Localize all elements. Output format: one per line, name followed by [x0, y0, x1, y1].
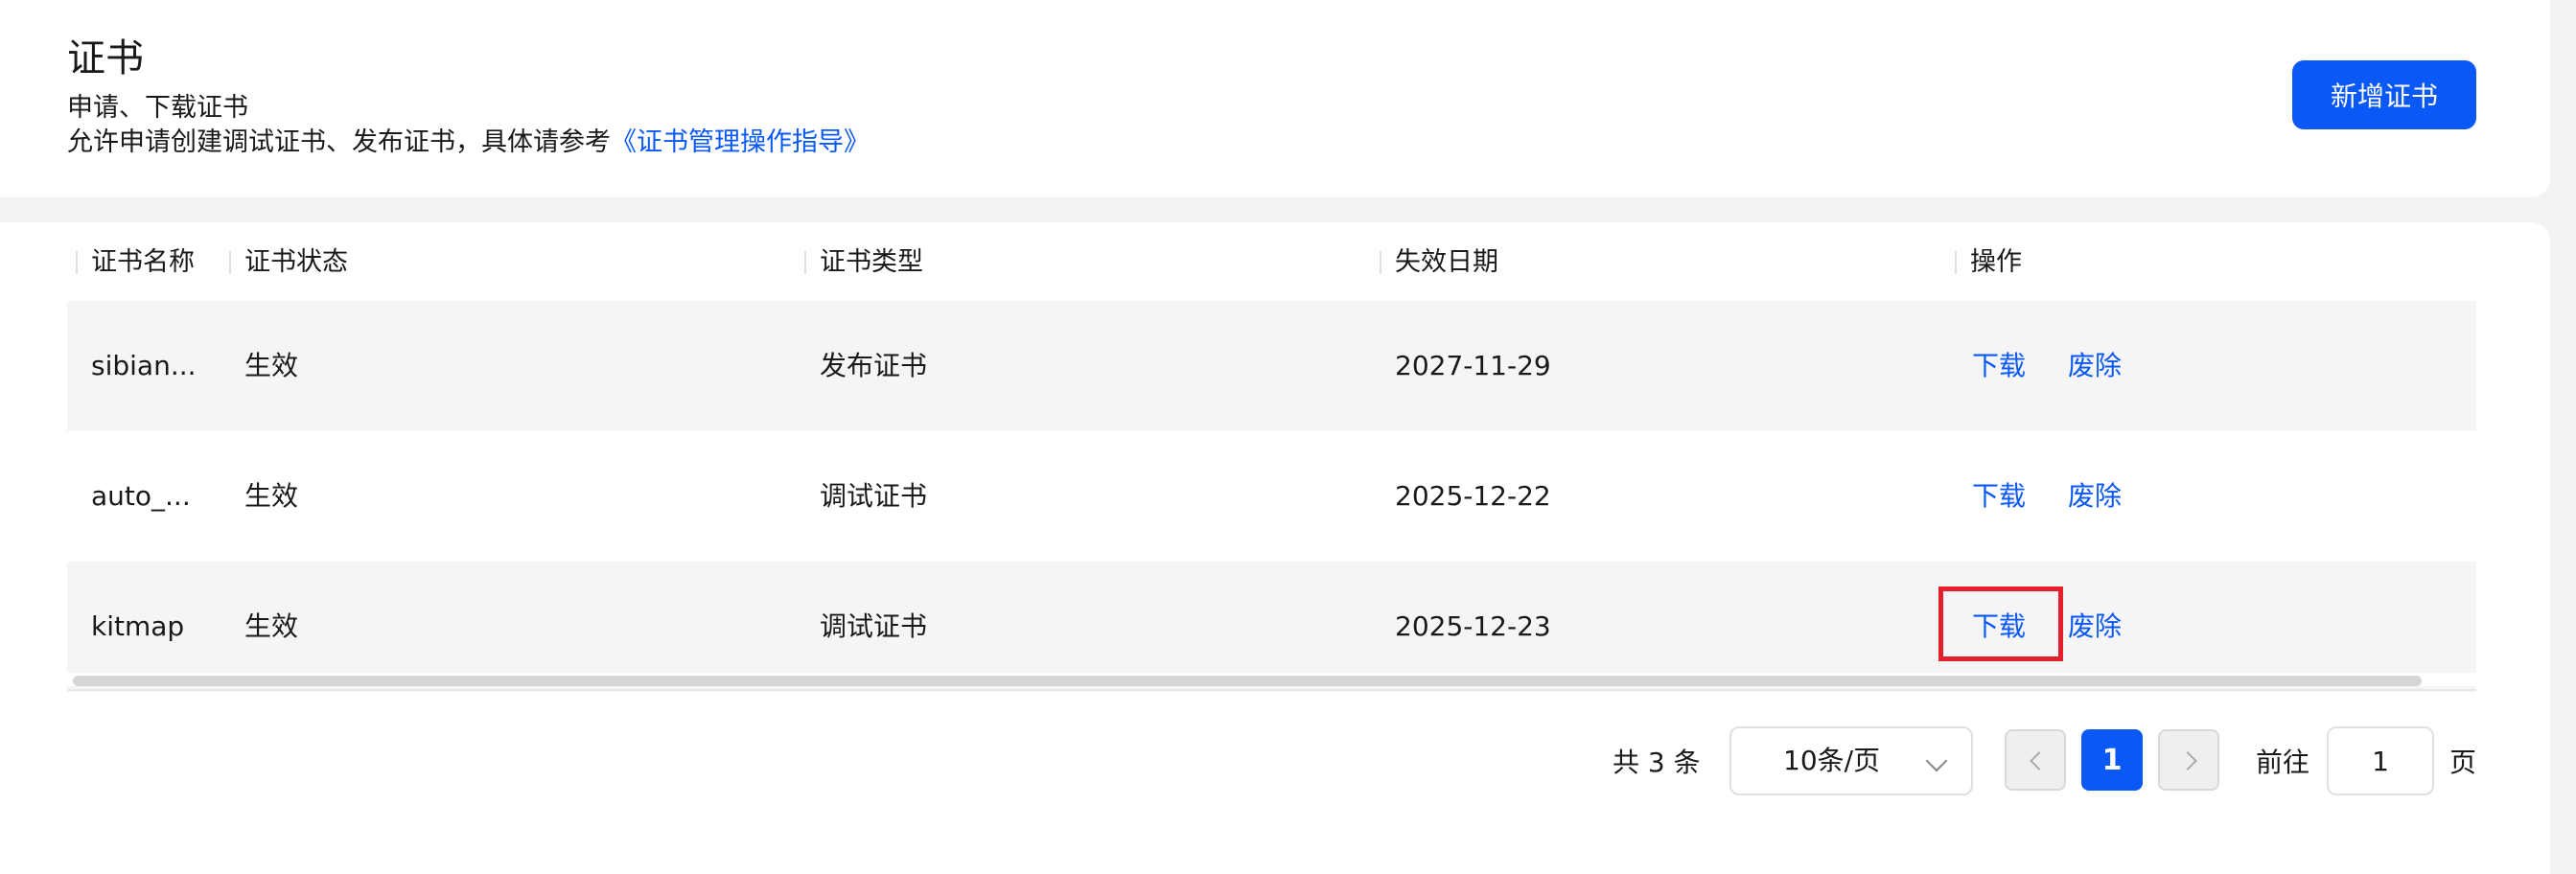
column-header-type: 证书类型 [804, 243, 923, 282]
page-suffix: 页 [2449, 747, 2477, 778]
column-header-expiry: 失效日期 [1380, 243, 1498, 282]
highlight-box [1938, 586, 2063, 661]
chevron-down-icon [1925, 749, 1948, 772]
revoke-link[interactable]: 废除 [2068, 477, 2122, 516]
cert-status: 生效 [244, 350, 299, 381]
chevron-left-icon [2030, 751, 2049, 770]
cert-type: 发布证书 [820, 350, 928, 381]
cert-type: 调试证书 [820, 610, 928, 642]
column-header-status: 证书状态 [229, 243, 348, 282]
cert-name: sibian... [91, 350, 197, 381]
guide-link[interactable]: 《证书管理操作指导》 [611, 127, 870, 157]
header-card: 证书 申请、下载证书 允许申请创建调试证书、发布证书，具体请参考《证书管理操作指… [0, 0, 2550, 197]
chevron-right-icon [2178, 751, 2197, 770]
table-row: auto_... 生效 调试证书 2025-12-22 下载 废除 [67, 431, 2476, 562]
download-link[interactable]: 下载 [1972, 477, 2026, 516]
column-header-actions: 操作 [1955, 243, 2022, 282]
goto-page-input[interactable] [2327, 726, 2434, 795]
cert-expiry: 2025-12-22 [1395, 480, 1551, 512]
cert-name: kitmap [91, 610, 185, 642]
add-certificate-button[interactable]: 新增证书 [2292, 60, 2476, 129]
cert-status: 生效 [244, 480, 299, 512]
page-subtitle: 申请、下载证书 [67, 93, 248, 123]
prev-page-button[interactable] [2005, 729, 2066, 791]
goto-label: 前往 [2256, 747, 2310, 778]
description-text: 允许申请创建调试证书、发布证书，具体请参考 [67, 127, 611, 157]
page-description: 允许申请创建调试证书、发布证书，具体请参考《证书管理操作指导》 [67, 126, 870, 159]
revoke-link[interactable]: 废除 [2068, 608, 2122, 646]
cert-expiry: 2027-11-29 [1395, 350, 1551, 381]
download-link[interactable]: 下载 [1972, 347, 2026, 385]
page-size-select[interactable]: 10条/页 [1729, 726, 1973, 795]
table-divider [67, 689, 2476, 691]
cert-type: 调试证书 [820, 480, 928, 512]
table-row: sibian... 生效 发布证书 2027-11-29 下载 废除 [67, 301, 2476, 431]
horizontal-scrollbar-thumb[interactable] [73, 676, 2422, 686]
cert-status: 生效 [244, 610, 299, 642]
revoke-link[interactable]: 废除 [2068, 347, 2122, 385]
table-header: 证书名称 证书状态 证书类型 失效日期 操作 [67, 222, 2476, 301]
page-title: 证书 [67, 36, 144, 80]
next-page-button[interactable] [2158, 729, 2219, 791]
page-number-current[interactable]: 1 [2081, 729, 2143, 791]
cert-name: auto_... [91, 480, 191, 512]
column-header-name: 证书名称 [76, 243, 195, 282]
page-size-value: 10条/页 [1783, 745, 1881, 776]
cert-expiry: 2025-12-23 [1395, 610, 1551, 642]
pagination-total: 共 3 条 [1613, 747, 1701, 778]
